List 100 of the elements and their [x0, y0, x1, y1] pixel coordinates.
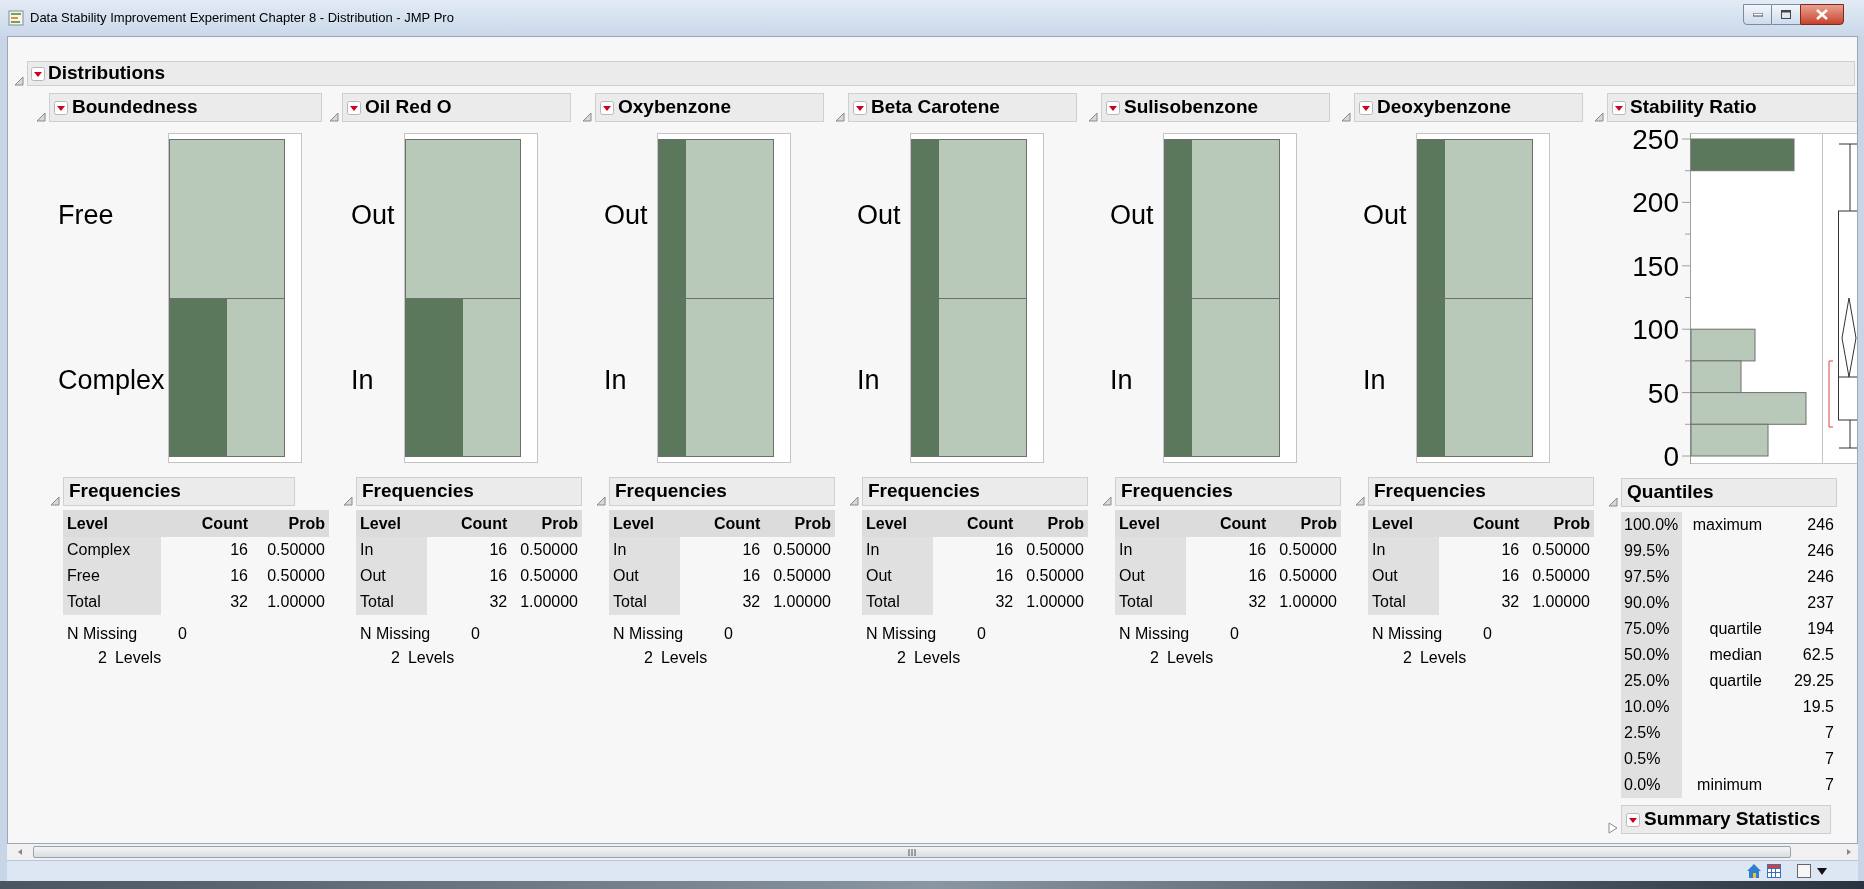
- section-header[interactable]: Frequencies: [862, 477, 1088, 506]
- table-cell-text: 1.00000: [1025, 592, 1085, 612]
- outline-header[interactable]: Boundedness: [49, 93, 322, 122]
- stat-label: N Missing: [360, 624, 432, 644]
- row-header-cell: 97.5%: [1621, 564, 1682, 590]
- row-header-cell: 75.0%: [1621, 616, 1682, 642]
- table-cell-text: 16: [488, 540, 508, 560]
- category-label: Out: [604, 202, 648, 229]
- axis-label: 250: [1632, 130, 1679, 155]
- table-cell-text: 246: [1806, 515, 1834, 535]
- disclosure-triangle-icon[interactable]: [1102, 496, 1112, 506]
- table-cell-text: 32: [229, 592, 248, 612]
- window-square-icon[interactable]: [1796, 863, 1812, 879]
- app-icon: [8, 10, 24, 26]
- column-header: Count: [1186, 510, 1267, 537]
- maximize-button[interactable]: [1772, 4, 1800, 25]
- stat-value: 0: [1229, 624, 1239, 644]
- disclosure-triangle-icon[interactable]: [343, 496, 353, 506]
- table-cell-text: 16: [229, 540, 248, 560]
- disclosure-triangle-icon[interactable]: [36, 112, 46, 122]
- table-cell-text: 0.50000: [266, 566, 326, 586]
- scrollbar-thumb[interactable]: [33, 846, 1791, 858]
- row-header-cell: 0.0%: [1621, 772, 1682, 798]
- section-header[interactable]: Frequencies: [609, 477, 835, 506]
- row-header-cell: 100.0%: [1621, 512, 1682, 538]
- table-cell-text: 32: [488, 592, 508, 612]
- disclosure-triangle-icon[interactable]: [1341, 112, 1351, 122]
- table-cell-text: 32: [994, 592, 1014, 612]
- disclosure-triangle-icon[interactable]: [1355, 496, 1365, 506]
- column-header: Prob: [1519, 510, 1594, 537]
- stat-label: N Missing: [1119, 624, 1191, 644]
- section-header[interactable]: Frequencies: [1368, 477, 1594, 506]
- outline-header[interactable]: Distributions: [27, 61, 1855, 86]
- table-cell-text: 246: [1806, 541, 1834, 561]
- table-cell-text: 1.00000: [772, 592, 832, 612]
- table-cell-text: 32: [1247, 592, 1267, 612]
- disclosure-triangle-icon[interactable]: [1594, 112, 1604, 122]
- column-header: Level: [1368, 510, 1440, 537]
- column-header: Prob: [1013, 510, 1088, 537]
- category-label: In: [1363, 367, 1386, 394]
- category-label: Out: [1110, 202, 1154, 229]
- stat-label: Levels: [407, 648, 455, 668]
- row-header-cell: Free: [63, 563, 162, 589]
- row-header-cell: Total: [1368, 589, 1440, 615]
- category-label: In: [351, 367, 374, 394]
- column-header: Prob: [760, 510, 835, 537]
- outline-header[interactable]: Oxybenzone: [595, 93, 824, 122]
- table-cell-text: 7: [1824, 723, 1834, 743]
- disclosure-triangle-icon[interactable]: [1088, 112, 1098, 122]
- table-cell-text: 16: [1500, 540, 1520, 560]
- section-header[interactable]: Quantiles: [1621, 478, 1837, 507]
- outline-header[interactable]: Summary Statistics: [1621, 805, 1831, 834]
- table-cell-text: 1.00000: [519, 592, 579, 612]
- section-header[interactable]: Frequencies: [1115, 477, 1341, 506]
- disclosure-triangle-icon[interactable]: [1608, 822, 1618, 834]
- column-header: Count: [1439, 510, 1520, 537]
- row-header-cell: Total: [63, 589, 162, 615]
- stat-value: 2: [644, 648, 653, 668]
- dropdown-arrow-icon[interactable]: [1816, 865, 1828, 877]
- maximize-icon: [1781, 10, 1791, 19]
- close-button[interactable]: [1800, 4, 1844, 25]
- row-header-cell: In: [1368, 537, 1440, 563]
- column-header: Prob: [1266, 510, 1341, 537]
- disclosure-triangle-icon[interactable]: [849, 496, 859, 506]
- disclosure-triangle-icon[interactable]: [596, 496, 606, 506]
- shortest-half-bracket: [1828, 360, 1834, 428]
- stat-label: N Missing: [866, 624, 938, 644]
- outline-header[interactable]: Sulisobenzone: [1101, 93, 1330, 122]
- row-header-cell: 0.5%: [1621, 746, 1682, 772]
- section-header[interactable]: Frequencies: [356, 477, 582, 506]
- disclosure-triangle-icon[interactable]: [582, 112, 592, 122]
- section-header[interactable]: Frequencies: [63, 477, 295, 506]
- stat-value: 0: [470, 624, 480, 644]
- table-cell-text: 0.50000: [1531, 540, 1591, 560]
- grid-icon[interactable]: [1766, 863, 1782, 879]
- stat-value: 2: [897, 648, 906, 668]
- row-header-cell: Out: [1115, 563, 1187, 589]
- outline-header[interactable]: Deoxybenzone: [1354, 93, 1583, 122]
- category-label: In: [604, 367, 627, 394]
- home-icon[interactable]: [1746, 863, 1762, 879]
- table-cell-text: 16: [994, 566, 1014, 586]
- row-header-cell: Total: [1115, 589, 1187, 615]
- disclosure-triangle-icon[interactable]: [1608, 497, 1618, 507]
- outline-header[interactable]: Oil Red O: [342, 93, 571, 122]
- disclosure-triangle-icon[interactable]: [835, 112, 845, 122]
- disclosure-triangle-icon[interactable]: [14, 76, 24, 86]
- outline-header[interactable]: Stability Ratio: [1607, 93, 1857, 122]
- table-cell-text: 16: [741, 540, 761, 560]
- column-header: Count: [680, 510, 761, 537]
- disclosure-triangle-icon[interactable]: [329, 112, 339, 122]
- table-cell-text: 7: [1824, 749, 1834, 769]
- column-header: Level: [609, 510, 681, 537]
- row-header-cell: Out: [1368, 563, 1440, 589]
- category-label: Free: [58, 202, 114, 229]
- table-cell-text: 7: [1824, 775, 1834, 795]
- row-header-cell: In: [1115, 537, 1187, 563]
- stat-value: 2: [1403, 648, 1412, 668]
- outline-header[interactable]: Beta Carotene: [848, 93, 1077, 122]
- stat-label: N Missing: [67, 624, 139, 644]
- disclosure-triangle-icon[interactable]: [50, 496, 60, 506]
